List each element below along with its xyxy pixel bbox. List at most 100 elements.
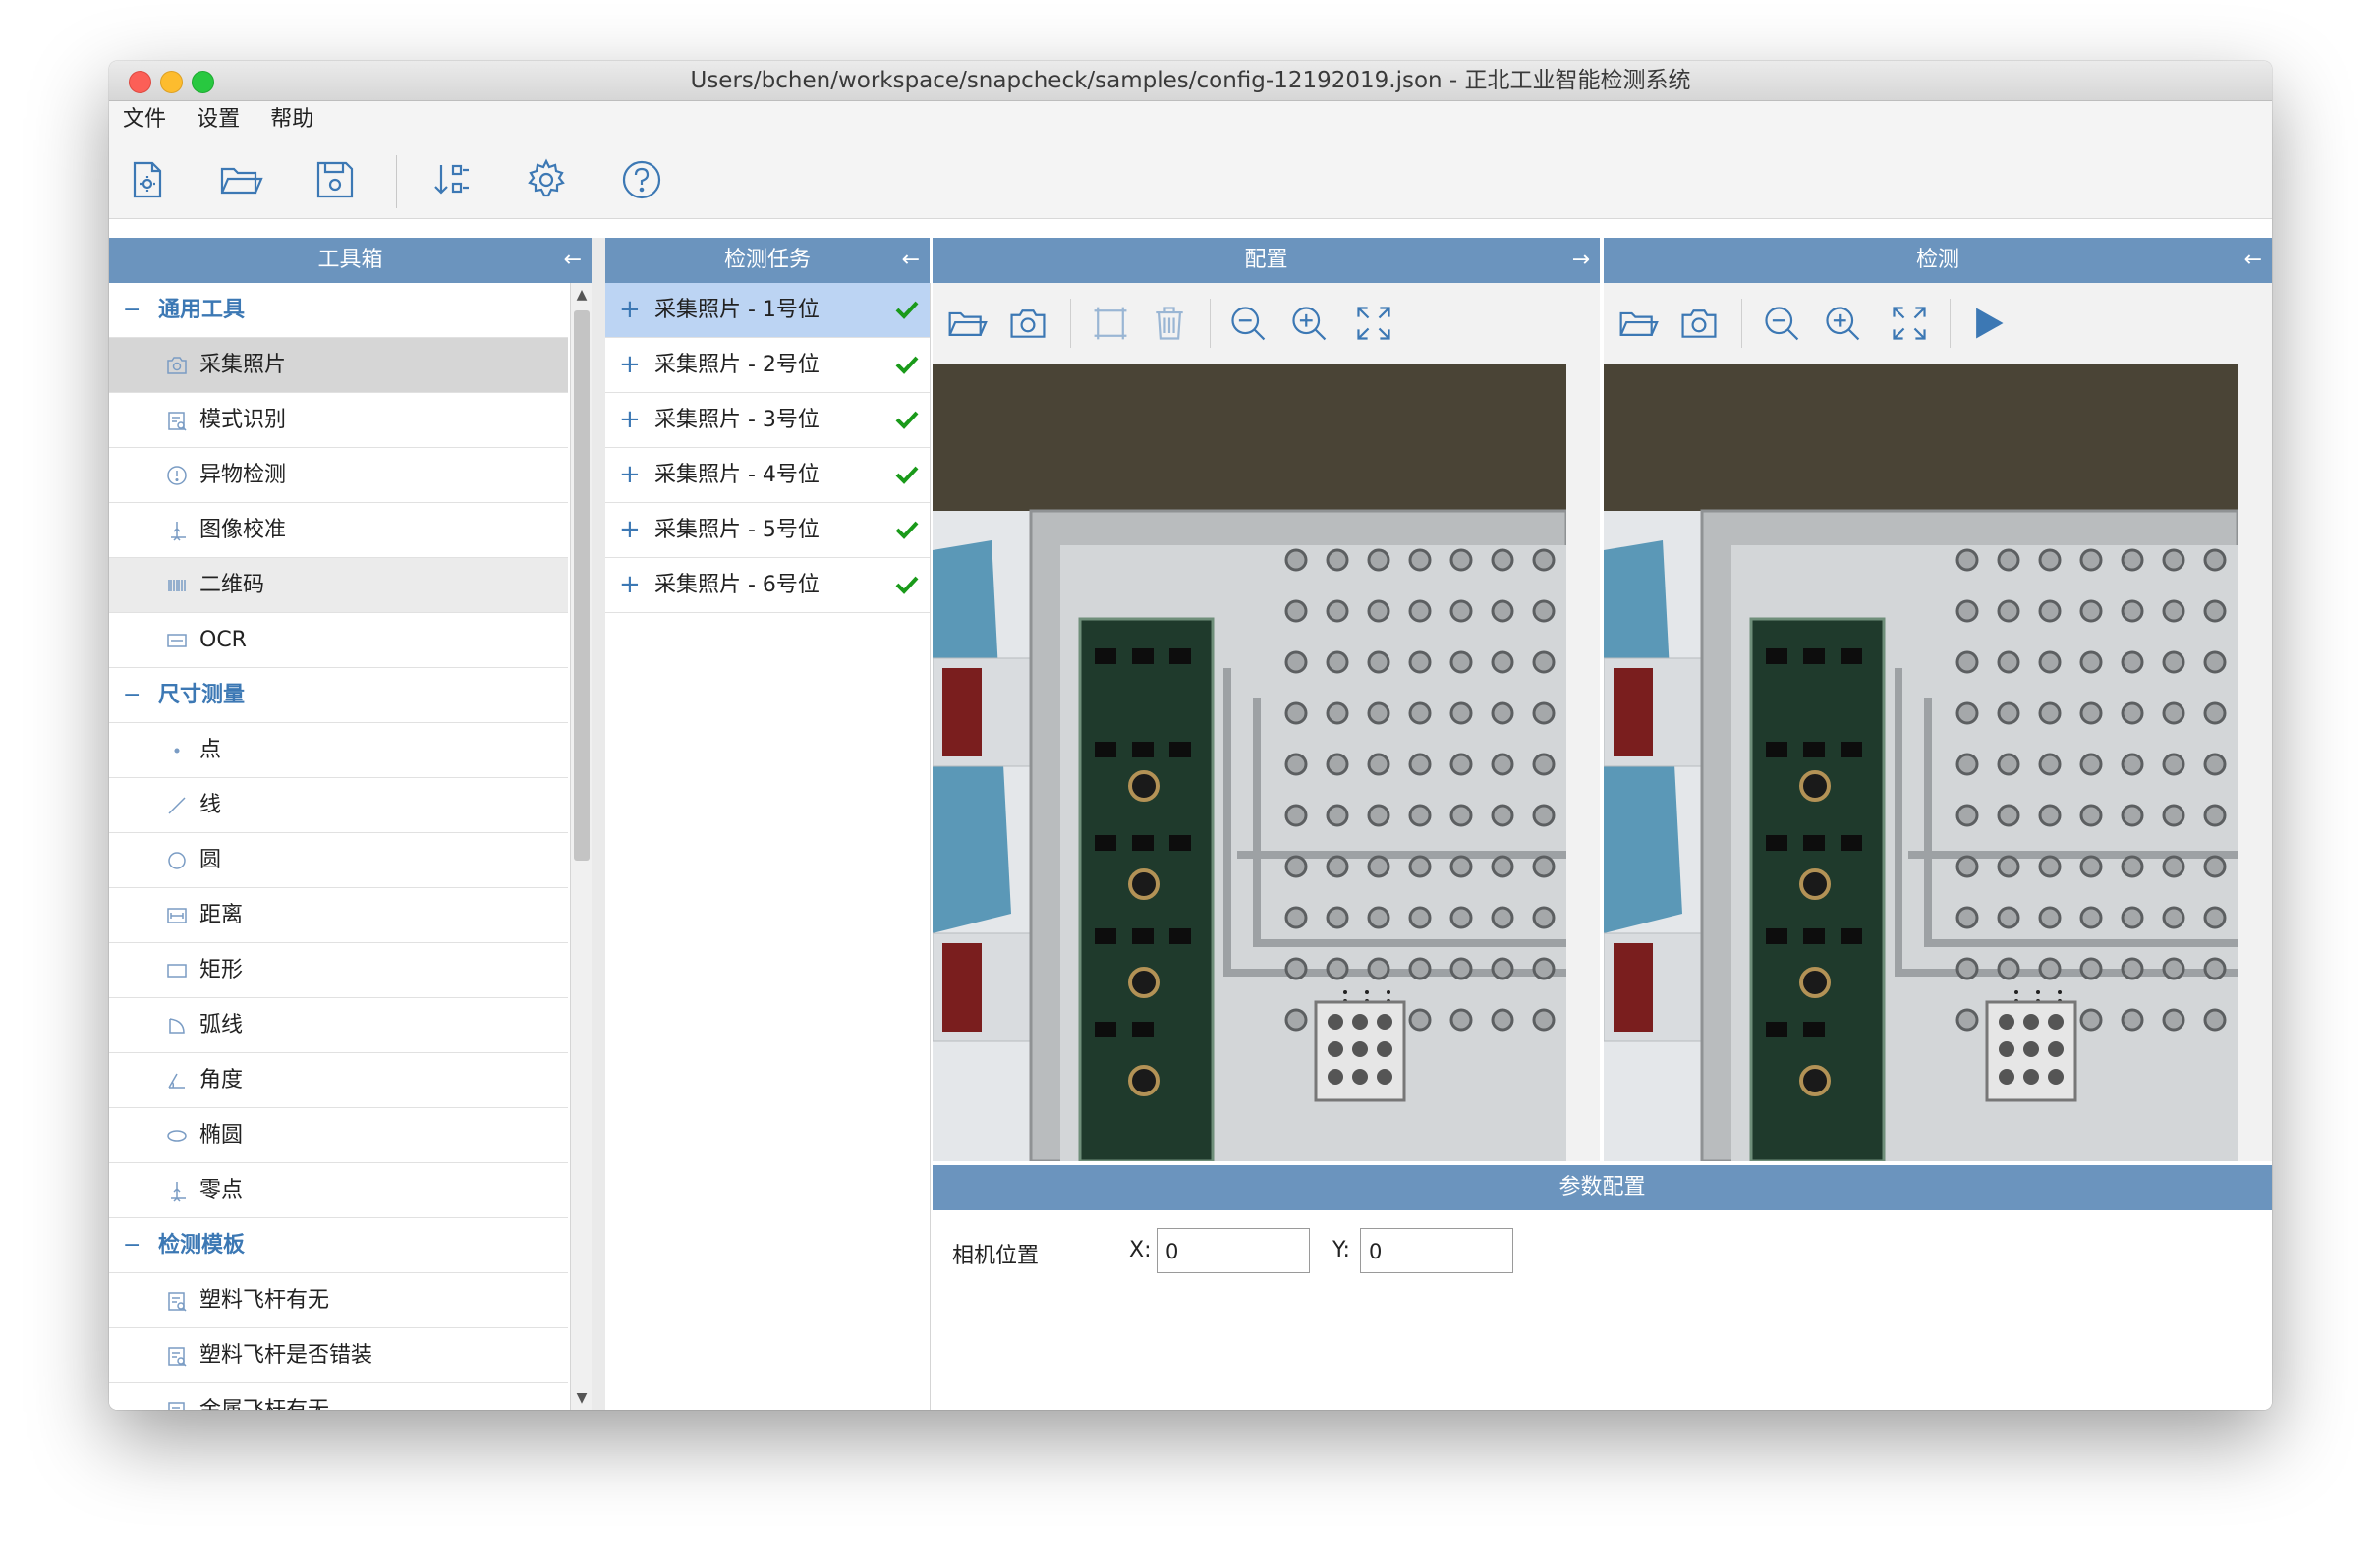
select-rect-icon	[1094, 307, 1127, 340]
open-folder-button[interactable]	[218, 157, 263, 202]
toolbox-category[interactable]: − 检测模板	[109, 1218, 568, 1273]
toolbox-item[interactable]: OCR	[109, 613, 568, 668]
detect-zoom-in-button[interactable]	[1822, 303, 1863, 344]
task-item[interactable]: + 采集照片 - 3号位	[605, 393, 930, 448]
toolbox-item[interactable]: 塑料飞杆是否错装	[109, 1328, 568, 1383]
toolbox-item-label: 距离	[199, 903, 244, 927]
config-camera-button[interactable]	[1007, 303, 1048, 344]
toolbox-scrollbar[interactable]: ▲ ▼	[570, 283, 593, 1410]
toolbox-item-label: OCR	[199, 628, 247, 652]
toolbar-separator	[396, 155, 397, 208]
detect-open-button[interactable]	[1617, 303, 1659, 344]
fit-screen-icon	[1893, 307, 1926, 340]
toolbox-item[interactable]: 椭圆	[109, 1108, 568, 1163]
config-collapse-button[interactable]: →	[1572, 238, 1590, 283]
save-button[interactable]	[312, 157, 358, 202]
panel-splitter[interactable]	[592, 238, 605, 1410]
toolbar-separator	[1070, 299, 1071, 348]
menu-file[interactable]: 文件	[123, 101, 166, 138]
expand-icon[interactable]: +	[619, 503, 641, 557]
collapse-icon[interactable]: −	[123, 668, 142, 722]
sort-button[interactable]	[429, 157, 475, 202]
x-input[interactable]: 0	[1157, 1228, 1310, 1273]
config-zoom-out-button[interactable]	[1227, 303, 1269, 344]
toolbox-item[interactable]: 矩形	[109, 943, 568, 998]
new-config-button[interactable]	[125, 157, 170, 202]
toolbox-item[interactable]: 圆	[109, 833, 568, 888]
collapse-icon[interactable]: −	[123, 1218, 142, 1272]
toolbox-item-label: 角度	[199, 1068, 244, 1092]
toolbox-title: 工具箱	[317, 248, 383, 272]
toolbox-item[interactable]: 模式识别	[109, 393, 568, 448]
scroll-up-icon[interactable]: ▲	[571, 283, 593, 307]
task-item[interactable]: + 采集照片 - 2号位	[605, 338, 930, 393]
config-select-rect-button[interactable]	[1090, 303, 1131, 344]
camera-icon	[1681, 309, 1717, 338]
check-icon	[895, 576, 919, 594]
config-open-button[interactable]	[946, 303, 988, 344]
toolbox-item-label: 圆	[199, 848, 222, 872]
barcode-icon	[168, 580, 186, 591]
toolbox-collapse-button[interactable]: ←	[564, 238, 582, 283]
toolbox-item-label: 零点	[199, 1178, 244, 1202]
expand-icon[interactable]: +	[619, 283, 641, 337]
task-label: 采集照片 - 3号位	[654, 408, 820, 432]
camera-position-label: 相机位置	[952, 1244, 1040, 1268]
y-input[interactable]: 0	[1360, 1228, 1513, 1273]
toolbox-item[interactable]: 采集照片	[109, 338, 568, 393]
toolbox-category[interactable]: − 通用工具	[109, 283, 568, 338]
expand-icon[interactable]: +	[619, 558, 641, 612]
toolbox-item[interactable]: 弧线	[109, 998, 568, 1053]
expand-icon[interactable]: +	[619, 338, 641, 392]
scroll-down-icon[interactable]: ▼	[571, 1386, 593, 1410]
toolbox-item[interactable]: 距离	[109, 888, 568, 943]
toolbar-separator	[1210, 299, 1211, 348]
toolbox-item[interactable]: 二维码	[109, 558, 568, 613]
ocr-icon	[167, 634, 187, 647]
toolbox-item[interactable]: 零点	[109, 1163, 568, 1218]
toolbox-item[interactable]: 线	[109, 778, 568, 833]
toolbox-item[interactable]: 塑料飞杆有无	[109, 1273, 568, 1328]
config-fit-button[interactable]	[1353, 303, 1394, 344]
detect-zoom-out-button[interactable]	[1761, 303, 1802, 344]
detect-run-button[interactable]	[1967, 303, 2009, 344]
config-zoom-in-button[interactable]	[1288, 303, 1330, 344]
task-item[interactable]: + 采集照片 - 4号位	[605, 448, 930, 503]
config-toolbar	[933, 283, 1600, 364]
check-icon	[895, 521, 919, 539]
menu-help[interactable]: 帮助	[270, 101, 313, 138]
scroll-thumb[interactable]	[574, 310, 590, 861]
settings-button[interactable]	[524, 157, 569, 202]
tasks-collapse-button[interactable]: ←	[902, 238, 920, 283]
toolbox-item[interactable]: 角度	[109, 1053, 568, 1108]
tasks-title: 检测任务	[723, 248, 811, 272]
template-icon	[168, 1292, 187, 1312]
detect-fit-button[interactable]	[1889, 303, 1930, 344]
task-item[interactable]: + 采集照片 - 6号位	[605, 558, 930, 613]
template-icon	[168, 1347, 187, 1367]
config-delete-button[interactable]	[1149, 303, 1190, 344]
menu-settings[interactable]: 设置	[197, 101, 240, 138]
toolbox-item[interactable]: 点	[109, 723, 568, 778]
help-button[interactable]	[619, 157, 664, 202]
collapse-icon[interactable]: −	[123, 283, 142, 337]
rectangle-icon	[167, 964, 187, 978]
tasks-header: 检测任务 ←	[605, 238, 930, 283]
toolbox-item[interactable]: 金属飞杆有无	[109, 1383, 568, 1410]
toolbox-category[interactable]: − 尺寸测量	[109, 668, 568, 723]
task-item[interactable]: + 采集照片 - 5号位	[605, 503, 930, 558]
window-title: Users/bchen/workspace/snapcheck/samples/…	[690, 68, 1691, 93]
task-item[interactable]: + 采集照片 - 1号位	[605, 283, 930, 338]
toolbox-item[interactable]: 异物检测	[109, 448, 568, 503]
expand-icon[interactable]: +	[619, 448, 641, 502]
open-folder-icon	[948, 311, 988, 336]
detect-title: 检测	[1915, 248, 1959, 272]
expand-icon[interactable]: +	[619, 393, 641, 447]
detect-camera-button[interactable]	[1678, 303, 1720, 344]
detect-collapse-button[interactable]: ←	[2244, 238, 2262, 283]
fit-screen-icon	[1357, 307, 1390, 340]
config-image-area[interactable]	[933, 364, 1600, 1161]
toolbox-item[interactable]: 图像校准	[109, 503, 568, 558]
toolbox-item-label: 椭圆	[199, 1123, 244, 1147]
detect-image-area[interactable]	[1604, 364, 2272, 1161]
